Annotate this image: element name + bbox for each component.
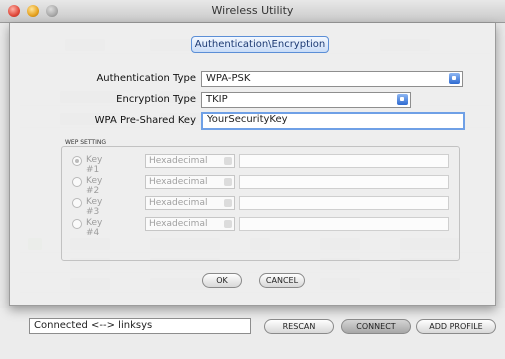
key2-label: Key #2	[86, 176, 103, 196]
connect-button[interactable]: CONNECT	[341, 319, 411, 334]
key1-label: Key #1	[86, 155, 103, 175]
authentication-encryption-tab[interactable]: Authentication\Encryption	[191, 36, 329, 53]
key3-radio[interactable]	[72, 198, 82, 208]
key3-label: Key #3	[86, 197, 103, 217]
rescan-button[interactable]: RESCAN	[264, 319, 334, 334]
key3-input[interactable]	[239, 196, 449, 210]
psk-label: WPA Pre-Shared Key	[94, 115, 196, 126]
enc-type-label: Encryption Type	[116, 94, 196, 105]
auth-type-value: WPA-PSK	[206, 73, 251, 84]
enc-type-value: TKIP	[206, 94, 228, 105]
auth-type-label: Authentication Type	[96, 73, 196, 84]
authentication-sheet: Authentication\Encryption Authentication…	[9, 23, 496, 306]
key2-input[interactable]	[239, 175, 449, 189]
key4-format-select[interactable]: Hexadecimal	[145, 217, 235, 231]
add-profile-button[interactable]: ADD PROFILE	[416, 319, 496, 334]
title-bar: Wireless Utility	[0, 0, 505, 23]
key4-format-value: Hexadecimal	[149, 219, 208, 229]
key2-format-select[interactable]: Hexadecimal	[145, 175, 235, 189]
chevron-down-icon	[224, 220, 232, 228]
key4-input[interactable]	[239, 217, 449, 231]
key4-radio[interactable]	[72, 219, 82, 229]
key1-format-value: Hexadecimal	[149, 156, 208, 166]
key2-radio[interactable]	[72, 177, 82, 187]
key3-format-select[interactable]: Hexadecimal	[145, 196, 235, 210]
key1-input[interactable]	[239, 154, 449, 168]
chevron-down-icon	[397, 94, 408, 105]
window-title: Wireless Utility	[211, 4, 294, 17]
chevron-down-icon	[449, 73, 460, 84]
wep-setting-title: WEP SETTING	[63, 139, 108, 146]
key1-format-select[interactable]: Hexadecimal	[145, 154, 235, 168]
key3-format-value: Hexadecimal	[149, 198, 208, 208]
key2-format-value: Hexadecimal	[149, 177, 208, 187]
key4-label: Key #4	[86, 218, 103, 238]
enc-type-select[interactable]: TKIP	[201, 92, 411, 108]
chevron-down-icon	[224, 157, 232, 165]
connection-status: Connected <--> linksys	[29, 318, 251, 334]
psk-input[interactable]: YourSecurityKey	[201, 112, 465, 130]
auth-type-select[interactable]: WPA-PSK	[201, 71, 463, 87]
chevron-down-icon	[224, 178, 232, 186]
wireless-utility-window: Wireless Utility Authentication\Encrypti…	[0, 0, 505, 359]
cancel-button[interactable]: CANCEL	[259, 273, 305, 288]
ok-button[interactable]: OK	[202, 273, 242, 288]
key1-radio[interactable]	[72, 156, 82, 166]
chevron-down-icon	[224, 199, 232, 207]
